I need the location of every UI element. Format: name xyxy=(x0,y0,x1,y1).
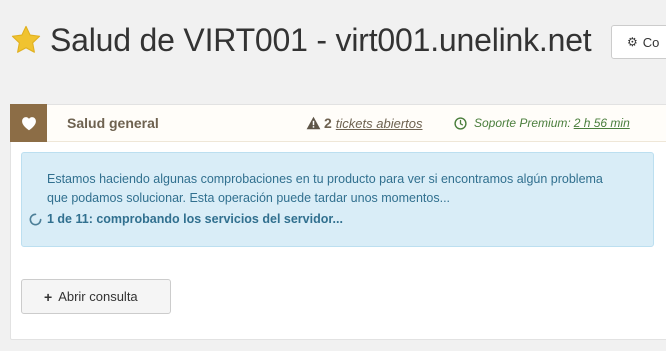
panel-header: Salud general 2 tickets abiertos Soporte… xyxy=(10,104,666,142)
star-icon[interactable] xyxy=(10,24,42,56)
title-row: Salud de VIRT001 - virt001.unelink.net xyxy=(10,18,592,62)
open-tickets: 2 tickets abiertos xyxy=(306,115,423,131)
support-time-link[interactable]: 2 h 56 min xyxy=(574,116,630,130)
spinner-icon xyxy=(29,213,42,226)
support-label: Soporte Premium: xyxy=(474,116,571,130)
config-button[interactable]: ⚙ Co xyxy=(611,25,666,59)
page-title: Salud de VIRT001 - virt001.unelink.net xyxy=(50,21,592,58)
section-title: Salud general xyxy=(67,115,159,131)
info-alert: Estamos haciendo algunas comprobaciones … xyxy=(21,152,654,247)
progress-text: 1 de 11: comprobando los servicios del s… xyxy=(47,212,343,226)
tickets-link[interactable]: tickets abiertos xyxy=(336,116,423,131)
clock-icon xyxy=(454,116,467,130)
heart-icon-box xyxy=(10,104,47,142)
open-ticket-button[interactable]: + Abrir consulta xyxy=(21,279,171,314)
heart-icon xyxy=(21,117,36,131)
health-panel: Salud general 2 tickets abiertos Soporte… xyxy=(10,104,666,340)
premium-support: Soporte Premium: 2 h 56 min xyxy=(454,116,630,130)
warning-icon xyxy=(306,116,321,130)
tickets-count: 2 xyxy=(324,115,332,131)
plus-icon: + xyxy=(44,288,53,305)
open-ticket-label: Abrir consulta xyxy=(58,289,138,304)
alert-message: Estamos haciendo algunas comprobaciones … xyxy=(47,172,603,205)
config-button-label: Co xyxy=(642,34,660,50)
page: Salud de VIRT001 - virt001.unelink.net ⚙… xyxy=(0,0,666,351)
progress-status: 1 de 11: comprobando los servicios del s… xyxy=(29,210,653,229)
gear-icon: ⚙ xyxy=(627,35,638,49)
